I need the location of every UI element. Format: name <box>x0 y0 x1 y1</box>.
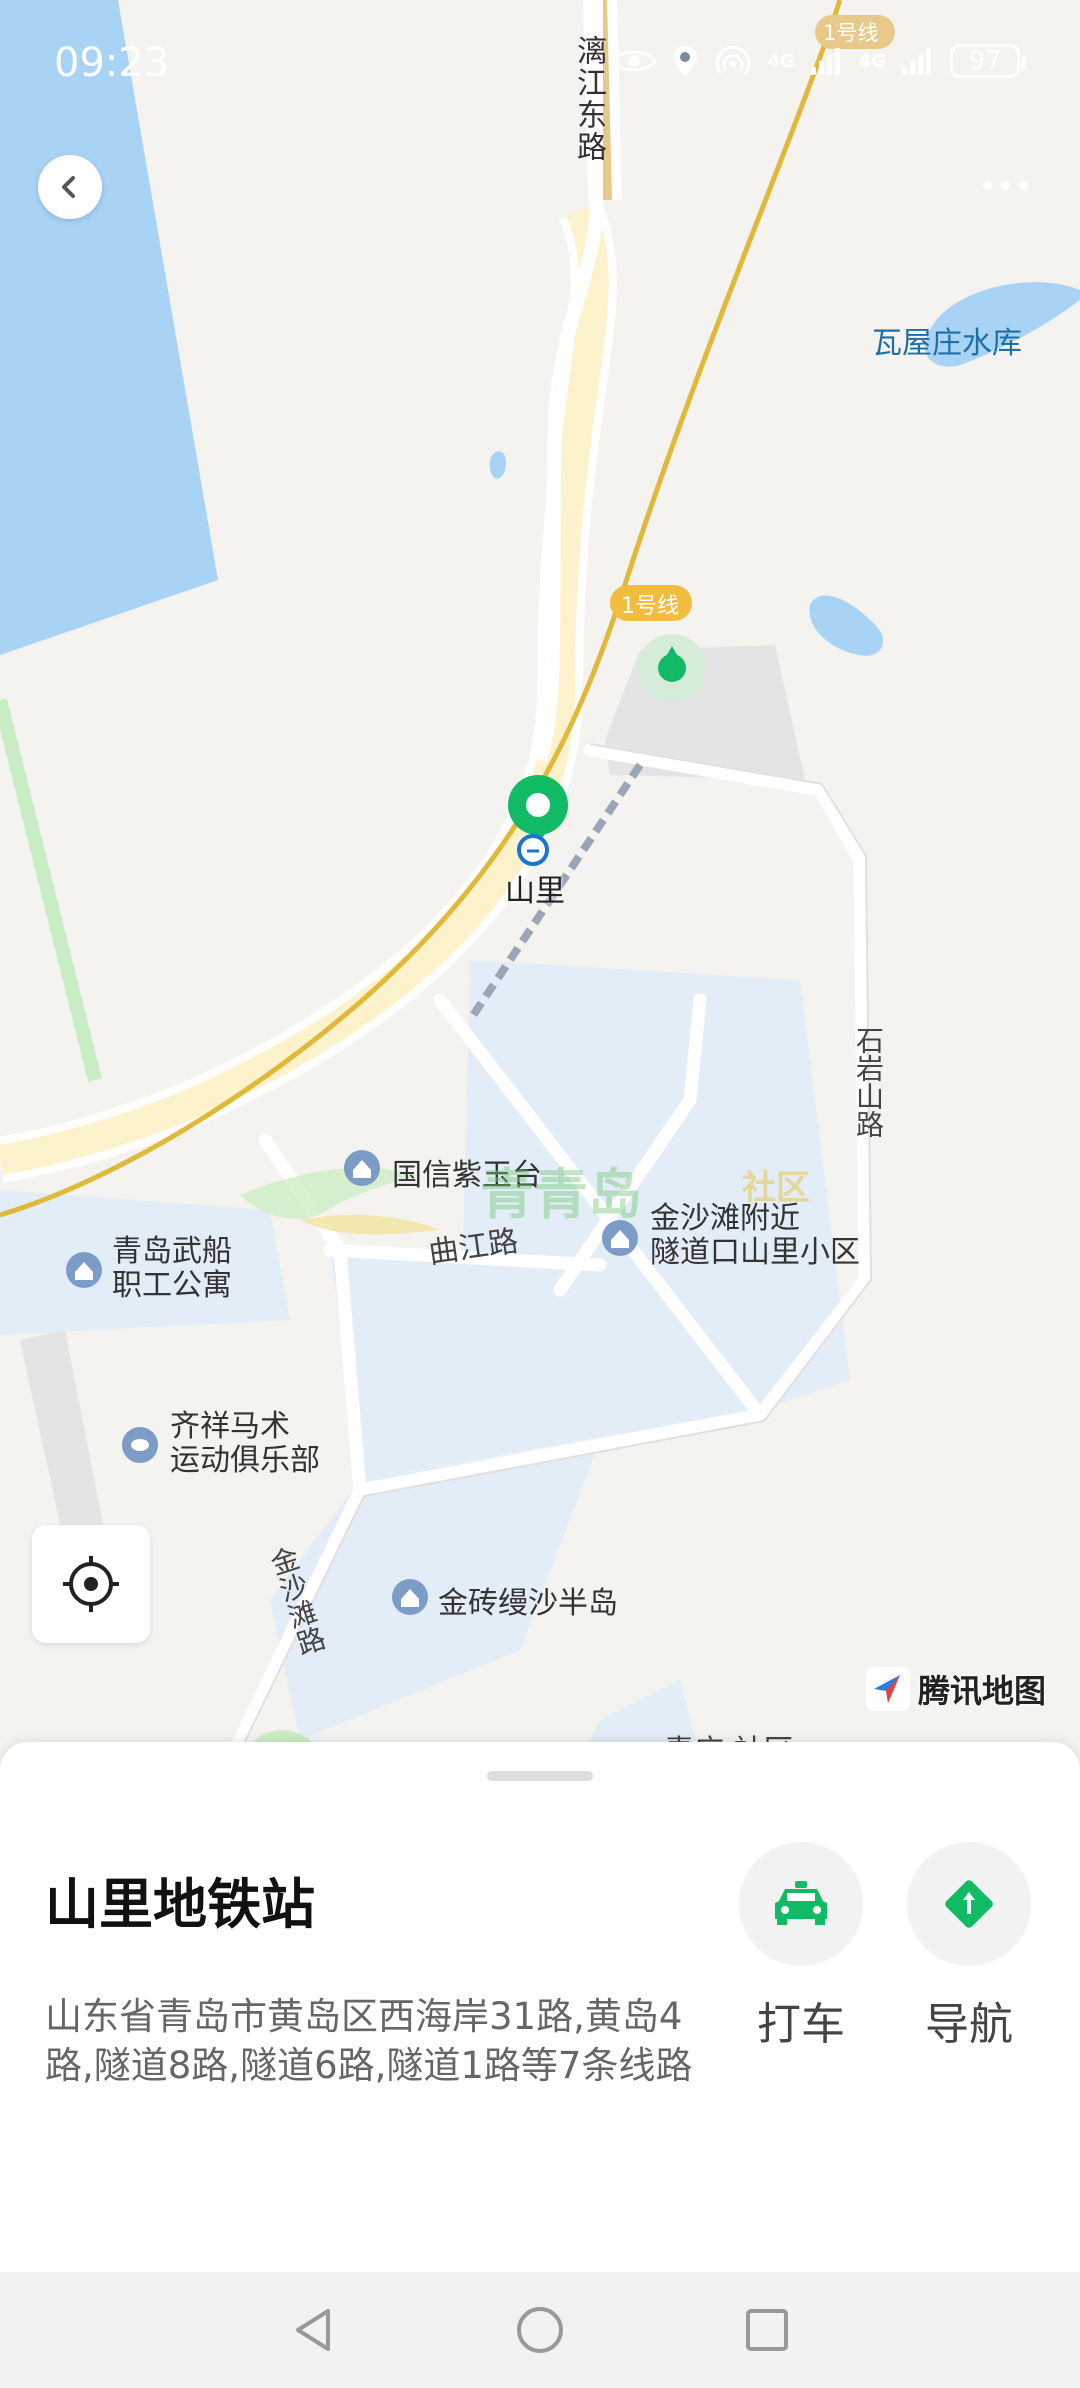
taxi-icon-circle <box>739 1842 863 1966</box>
location-status-icon <box>673 46 698 76</box>
navigation-icon <box>945 1880 993 1928</box>
station-label: 山里 <box>505 874 565 909</box>
road-label-shiyanshan: 石岩山路 <box>852 1026 885 1138</box>
status-icons: 4G 4G 97 <box>611 44 1026 78</box>
poi-address: 山东省青岛市黄岛区西海岸31路,黄岛4路,隧道8路,隧道6路,隧道1路等7条线路 <box>45 1995 693 2087</box>
navigate-button[interactable]: 导航 <box>904 1842 1034 2052</box>
back-button[interactable] <box>38 155 102 219</box>
poi-name: 山里地铁站 <box>45 1873 315 1936</box>
navigate-icon-circle <box>907 1842 1031 1966</box>
reservoir-label: 瓦屋庄水库 <box>872 326 1022 361</box>
my-location-button[interactable] <box>32 1525 150 1643</box>
network-type-2: 4G <box>858 50 886 72</box>
poi-label-qixiang[interactable]: 齐祥马术 运动俱乐部 <box>170 1410 320 1478</box>
home-circle-icon[interactable] <box>515 2305 565 2355</box>
more-options-button[interactable] <box>970 160 1040 210</box>
dot-icon <box>1000 180 1010 190</box>
network-type-1: 4G <box>767 50 795 72</box>
battery-icon: 97 <box>950 44 1026 78</box>
map-brand-text: 腾讯地图 <box>918 1672 1047 1710</box>
poi-label-jinzhuan[interactable]: 金砖缦沙半岛 <box>438 1578 618 1622</box>
hotspot-icon <box>715 45 751 75</box>
poi-label-wuchuan[interactable]: 青岛武船 职工公寓 <box>112 1235 232 1303</box>
status-time: 09:23 <box>54 40 170 86</box>
poi-detail-sheet[interactable]: 山里地铁站 山东省青岛市黄岛区西海岸31路,黄岛4路,隧道8路,隧道6路,隧道1… <box>0 1742 1080 2272</box>
status-bar: 09:23 4G 4G 97 <box>0 0 1080 130</box>
map-view[interactable]: 漓江东路 1号线 1号线 瓦屋庄水库 山里 石岩山路 国信紫玉台 青青岛 社区 … <box>0 0 1080 1769</box>
battery-level: 97 <box>968 46 1002 76</box>
car-icon <box>775 1881 827 1925</box>
map-brand: 腾讯地图 <box>866 1666 1046 1712</box>
signal-icon <box>810 48 840 75</box>
dot-icon <box>982 180 992 190</box>
dot-icon <box>1018 180 1028 190</box>
chevron-left-icon <box>62 176 75 198</box>
signal-icon-2 <box>902 48 931 75</box>
poi-label-jinshatan[interactable]: 金沙滩附近 隧道口山里小区 <box>650 1202 860 1270</box>
poi-label-wuchuan-line2: 职工公寓 <box>112 1268 232 1303</box>
navigate-label: 导航 <box>925 1999 1013 2050</box>
metro-badge-line1: 1号线 <box>621 594 679 619</box>
poi-label-wuchuan-line1: 青岛武船 <box>112 1234 232 1269</box>
back-triangle-icon[interactable] <box>288 2305 338 2355</box>
drag-handle[interactable] <box>487 1771 593 1781</box>
poi-label-qixiang-line2: 运动俱乐部 <box>170 1443 320 1478</box>
eye-icon <box>611 50 658 72</box>
recents-square-icon[interactable] <box>742 2305 792 2355</box>
poi-label-jinshatan-line1: 金沙滩附近 <box>650 1201 800 1236</box>
tencent-map-logo-icon <box>866 1667 910 1711</box>
crosshair-icon <box>63 1556 119 1612</box>
taxi-button[interactable]: 打车 <box>736 1842 866 2052</box>
system-navigation-bar <box>0 2272 1080 2388</box>
poi-label-jinshatan-line2: 隧道口山里小区 <box>650 1235 860 1270</box>
poi-label-qixiang-line1: 齐祥马术 <box>170 1409 290 1444</box>
taxi-label: 打车 <box>757 1999 845 2050</box>
